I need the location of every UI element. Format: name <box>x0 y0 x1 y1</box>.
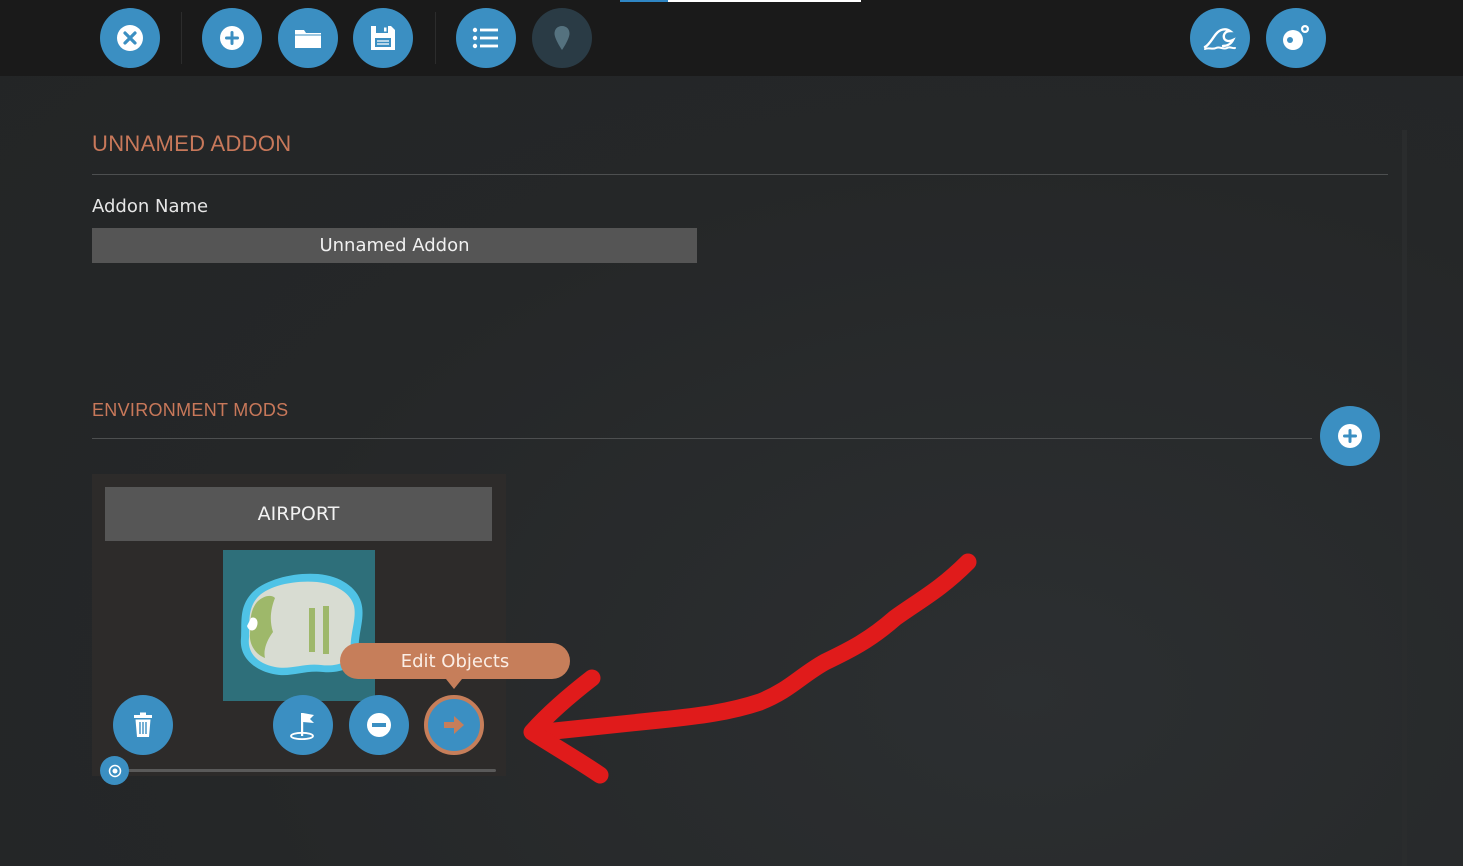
add-environment-mod-button[interactable] <box>1320 406 1380 466</box>
location-button[interactable] <box>532 8 592 68</box>
bubble-icon <box>1281 23 1311 53</box>
open-button[interactable] <box>278 8 338 68</box>
new-button[interactable] <box>202 8 262 68</box>
close-circle-icon <box>116 24 144 52</box>
list-button[interactable] <box>456 8 516 68</box>
list-icon <box>472 26 500 50</box>
toggle-button[interactable] <box>1266 8 1326 68</box>
toolbar-separator <box>181 12 182 64</box>
addon-editor-page: UNNAMED ADDON Addon Name ENVIRONMENT MOD… <box>0 0 1463 866</box>
arrow-right-icon <box>442 714 466 736</box>
folder-icon <box>293 26 323 50</box>
plus-circle-icon <box>219 25 245 51</box>
top-progress-bar <box>620 0 861 2</box>
edit-objects-button[interactable] <box>424 695 484 755</box>
edit-objects-tooltip: Edit Objects <box>340 643 570 679</box>
minus-circle-icon <box>366 712 392 738</box>
plus-circle-icon <box>1337 423 1363 449</box>
environment-mod-card: AIRPORT <box>92 474 506 785</box>
addon-title-divider <box>92 174 1388 175</box>
top-toolbar <box>0 0 1463 76</box>
tooltip-pointer <box>446 679 462 689</box>
mod-slider-track[interactable] <box>114 769 496 772</box>
environment-mods-title: ENVIRONMENT MODS <box>92 400 289 420</box>
disable-mod-button[interactable] <box>349 695 409 755</box>
mod-slider-handle[interactable] <box>100 756 129 785</box>
toolbar-separator <box>435 12 436 64</box>
wave-icon <box>1203 25 1237 51</box>
top-progress-fill <box>620 0 669 2</box>
save-icon <box>369 24 397 52</box>
environment-mods-divider <box>92 438 1312 439</box>
addon-name-label: Addon Name <box>92 196 209 217</box>
delete-mod-button[interactable] <box>113 695 173 755</box>
set-start-button[interactable] <box>273 695 333 755</box>
map-pin-icon <box>553 25 571 51</box>
addon-name-input[interactable] <box>92 228 697 263</box>
mod-name: AIRPORT <box>105 487 492 541</box>
scrollbar[interactable] <box>1402 130 1407 866</box>
trash-icon <box>132 712 154 738</box>
addon-title: UNNAMED ADDON <box>92 131 292 156</box>
close-button[interactable] <box>100 8 160 68</box>
water-button[interactable] <box>1190 8 1250 68</box>
flag-icon <box>289 710 317 740</box>
save-button[interactable] <box>353 8 413 68</box>
